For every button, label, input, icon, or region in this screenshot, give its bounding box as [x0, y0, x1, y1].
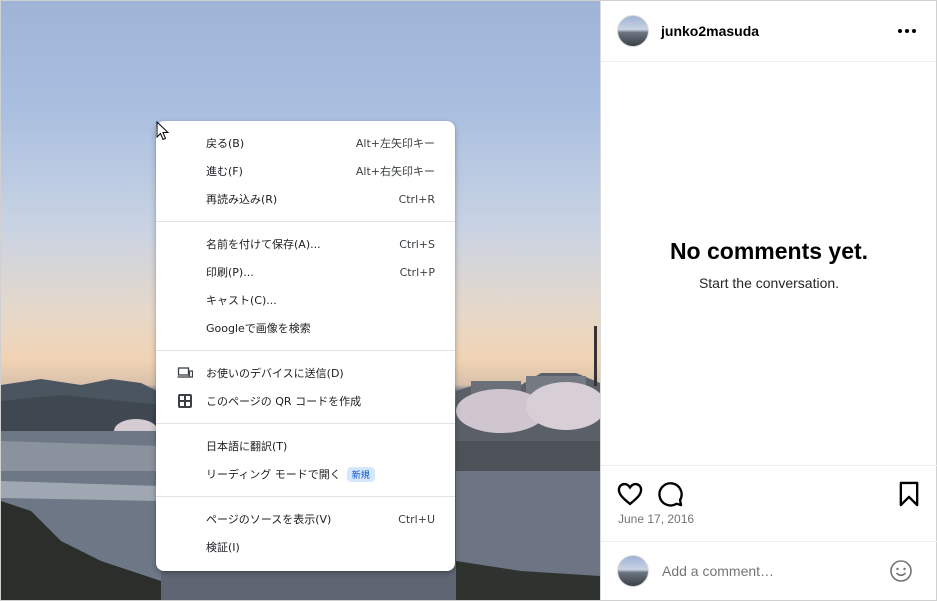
device-send-icon: [177, 367, 193, 378]
menu-item-label: 検証(I): [206, 541, 240, 554]
new-badge: 新規: [346, 467, 375, 483]
menu-separator: [156, 496, 455, 497]
menu-item-shortcut: Ctrl+R: [398, 192, 435, 206]
bookmark-icon[interactable]: [895, 480, 923, 508]
menu-item-print[interactable]: 印刷(P)... Ctrl+P: [156, 258, 455, 286]
menu-item-reading-mode[interactable]: リーディング モードで開く 新規: [156, 460, 455, 488]
menu-item-shortcut: Ctrl+S: [399, 237, 435, 251]
menu-item-shortcut: Alt+右矢印キー: [355, 165, 435, 178]
menu-item-back[interactable]: 戻る(B) Alt+左矢印キー: [156, 129, 455, 157]
avatar[interactable]: [617, 15, 649, 47]
menu-item-label: 戻る(B): [206, 137, 245, 150]
menu-item-send-to-device[interactable]: お使いのデバイスに送信(D): [156, 359, 455, 387]
comment-icon[interactable]: [656, 480, 684, 508]
menu-separator: [156, 423, 455, 424]
menu-item-shortcut: Ctrl+U: [398, 512, 435, 526]
context-menu: 戻る(B) Alt+左矢印キー 進む(F) Alt+右矢印キー 再読み込み(R)…: [156, 121, 455, 571]
menu-item-translate[interactable]: 日本語に翻訳(T): [156, 432, 455, 460]
emoji-icon[interactable]: [889, 559, 913, 583]
menu-item-forward[interactable]: 進む(F) Alt+右矢印キー: [156, 157, 455, 185]
comments-empty-state: No comments yet. Start the conversation.: [601, 63, 937, 465]
menu-item-qr-code[interactable]: このページの QR コードを作成: [156, 387, 455, 415]
avatar: [617, 555, 649, 587]
username[interactable]: junko2masuda: [661, 23, 759, 39]
menu-item-label: リーディング モードで開く: [206, 467, 341, 481]
empty-title: No comments yet.: [669, 237, 869, 264]
post-header: junko2masuda: [601, 1, 936, 62]
post-side-panel: junko2masuda No comments yet. Start the …: [600, 1, 937, 600]
menu-item-label: 名前を付けて保存(A)...: [206, 238, 321, 251]
menu-item-cast[interactable]: キャスト(C)...: [156, 286, 455, 314]
empty-subtitle: Start the conversation.: [698, 274, 840, 291]
heart-icon[interactable]: [616, 480, 644, 508]
menu-item-search-image-google[interactable]: Googleで画像を検索: [156, 314, 455, 342]
menu-item-label-wrap: リーディング モードで開く 新規: [206, 466, 435, 483]
menu-item-label: 日本語に翻訳(T): [206, 440, 288, 453]
menu-item-label: このページの QR コードを作成: [206, 395, 362, 408]
menu-item-label: お使いのデバイスに送信(D): [206, 367, 344, 380]
menu-item-label: 印刷(P)...: [206, 266, 254, 279]
menu-item-shortcut: Alt+左矢印キー: [355, 137, 435, 150]
comment-input[interactable]: [662, 563, 862, 579]
menu-item-save-as[interactable]: 名前を付けて保存(A)... Ctrl+S: [156, 230, 455, 258]
menu-item-shortcut: Ctrl+P: [399, 265, 435, 279]
post-actions: June 17, 2016: [601, 465, 937, 541]
menu-separator: [156, 350, 455, 351]
menu-item-label: ページのソースを表示(V): [206, 513, 332, 526]
comment-bar: [601, 541, 937, 600]
menu-separator: [156, 221, 455, 222]
menu-item-inspect[interactable]: 検証(I): [156, 533, 455, 561]
menu-item-reload[interactable]: 再読み込み(R) Ctrl+R: [156, 185, 455, 213]
menu-item-view-source[interactable]: ページのソースを表示(V) Ctrl+U: [156, 505, 455, 533]
mouse-cursor-icon: [156, 121, 170, 141]
menu-item-label: Googleで画像を検索: [206, 322, 311, 335]
post-date: June 17, 2016: [618, 512, 695, 526]
menu-item-label: 再読み込み(R): [206, 193, 278, 206]
qr-code-icon: [178, 394, 192, 408]
menu-item-label: 進む(F): [206, 165, 243, 178]
menu-item-label: キャスト(C)...: [206, 294, 277, 307]
more-horizontal-icon[interactable]: [898, 23, 920, 39]
